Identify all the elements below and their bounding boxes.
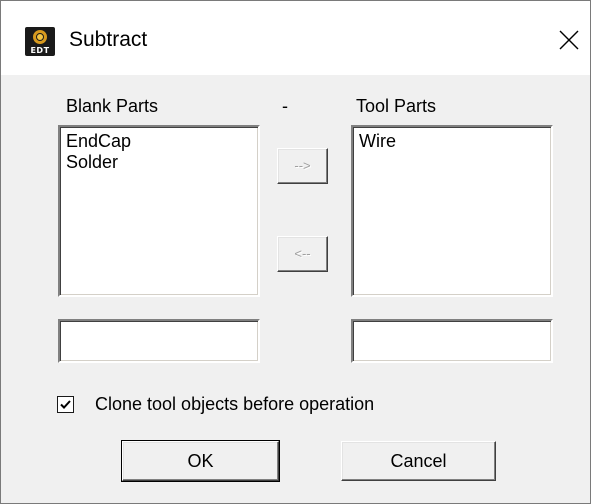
ok-button[interactable]: OK [121, 440, 280, 482]
list-item[interactable]: Wire [359, 131, 545, 152]
title-bar: EDT Subtract [1, 1, 590, 75]
close-button[interactable] [549, 21, 589, 59]
app-icon-dot [37, 34, 43, 40]
tool-parts-input[interactable] [351, 319, 553, 363]
move-right-button[interactable]: --> [277, 148, 328, 184]
list-item[interactable]: Solder [66, 152, 252, 173]
blank-parts-list[interactable]: EndCap Solder [58, 125, 260, 297]
window-title: Subtract [69, 28, 148, 51]
app-icon-label: EDT [30, 46, 50, 55]
list-item[interactable]: EndCap [66, 131, 252, 152]
close-icon [559, 30, 579, 50]
blank-parts-label: Blank Parts [66, 96, 159, 116]
blank-parts-input[interactable] [58, 319, 260, 363]
separator-dash: - [282, 96, 288, 116]
move-left-button[interactable]: <-- [277, 236, 328, 272]
tool-parts-label: Tool Parts [356, 96, 437, 116]
tool-parts-list[interactable]: Wire [351, 125, 553, 297]
cancel-button[interactable]: Cancel [341, 441, 496, 481]
clone-checkbox[interactable] [57, 396, 74, 413]
subtract-dialog: EDT Subtract Blank Parts - Tool Parts En… [0, 0, 591, 504]
checkmark-icon [60, 400, 71, 409]
edt-app-icon: EDT [25, 27, 55, 56]
clone-checkbox-label[interactable]: Clone tool objects before operation [95, 394, 374, 415]
